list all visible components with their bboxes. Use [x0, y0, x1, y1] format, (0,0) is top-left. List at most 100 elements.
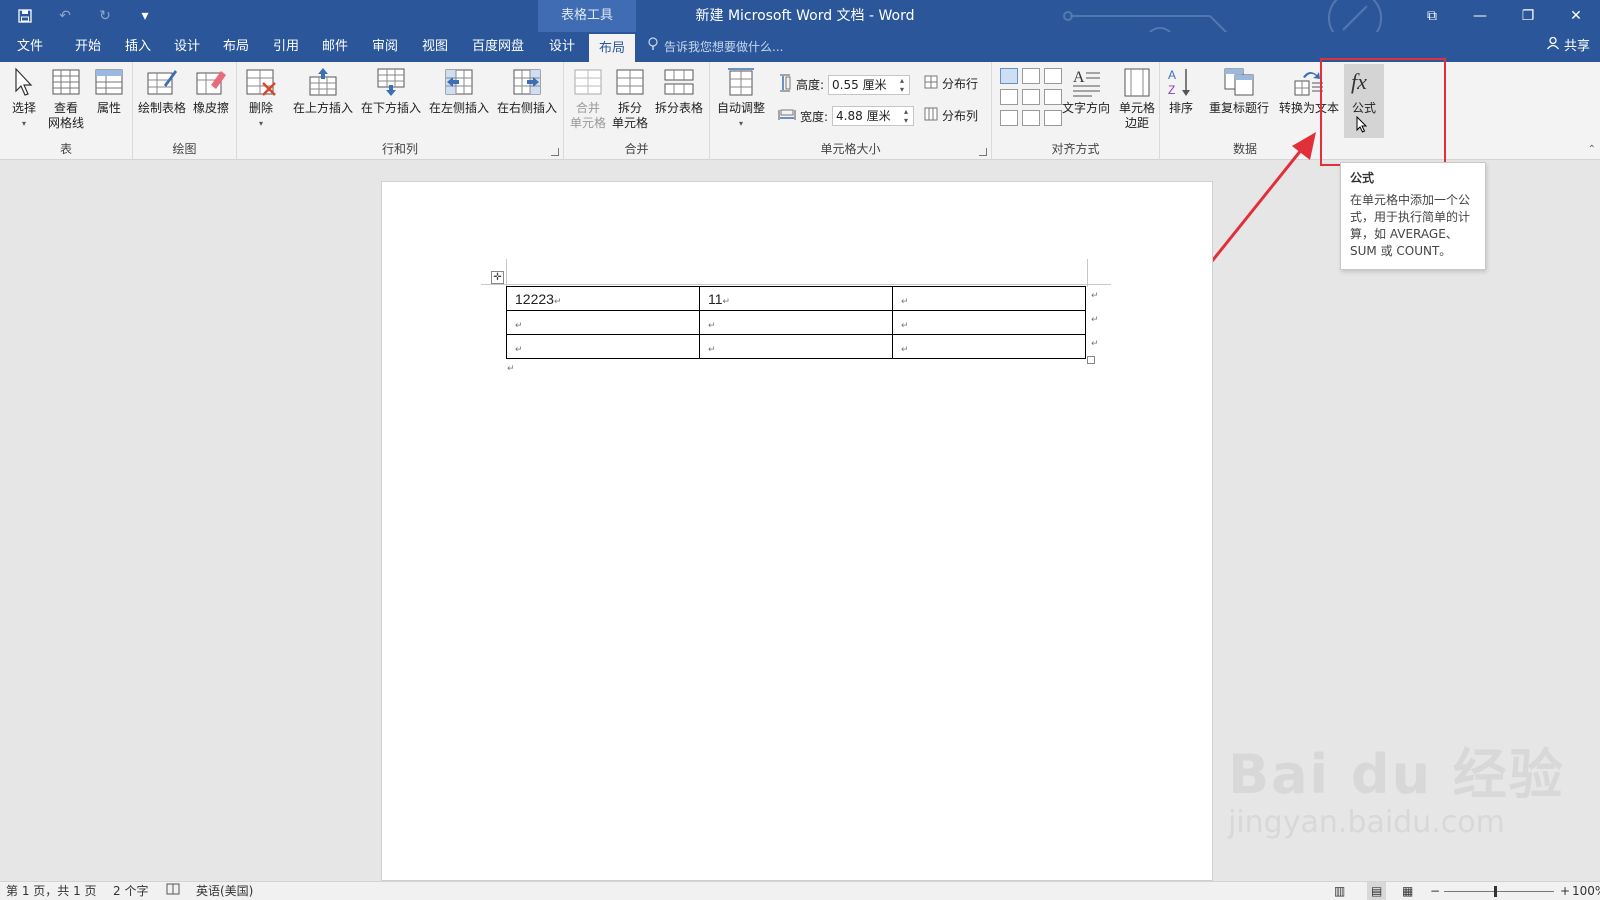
undo-icon[interactable]: ↶	[54, 6, 76, 26]
split-label-line1: 拆分	[617, 101, 642, 115]
watermark-logo: Bai du 经验	[1228, 743, 1565, 806]
height-spinner[interactable]: 0.55 厘米	[828, 74, 911, 95]
tab-baidu-netdisk[interactable]: 百度网盘	[466, 32, 530, 62]
table-cell[interactable]: ↵	[892, 286, 1086, 311]
insert-below-icon	[375, 66, 407, 98]
merge-cells-button[interactable]: 合并 单元格	[568, 66, 608, 131]
table-resize-handle-icon[interactable]	[1087, 356, 1095, 364]
draw-table-button[interactable]: 绘制表格	[137, 66, 187, 116]
cell-end-mark-icon: ↵	[515, 343, 523, 354]
insert-right-button[interactable]: 在右侧插入	[495, 66, 559, 116]
tab-table-layout[interactable]: 布局	[589, 32, 635, 62]
split-table-button[interactable]: 拆分表格	[652, 66, 706, 116]
cell-end-mark-icon: ↵	[722, 295, 731, 306]
autofit-button[interactable]: 自动调整 ▾	[712, 66, 770, 131]
table-cell[interactable]: ↵	[699, 334, 893, 359]
zoom-slider-thumb[interactable]	[1494, 886, 1497, 897]
table-cell[interactable]: 12223↵	[506, 286, 700, 311]
page-count[interactable]: 第 1 页，共 1 页	[6, 882, 97, 900]
zoom-out-icon[interactable]: −	[1430, 882, 1440, 900]
width-spinner[interactable]: 4.88 厘米	[832, 106, 915, 126]
language-indicator[interactable]: 英语(美国)	[196, 882, 253, 900]
customize-qat-icon[interactable]: ▾	[134, 6, 156, 26]
group-merge-label: 合并	[624, 142, 649, 156]
select-button[interactable]: 选择 ▾	[6, 66, 42, 131]
delete-label: 删除	[248, 101, 273, 115]
gridlines-icon	[50, 66, 82, 98]
cell-end-mark-icon: ↵	[515, 319, 523, 330]
ribbon-display-options-icon[interactable]: ⧉	[1408, 0, 1456, 32]
repeat-header-rows-button[interactable]: 重复标题行	[1206, 66, 1272, 116]
zoom-in-icon[interactable]: +	[1560, 882, 1570, 900]
close-icon[interactable]: ✕	[1552, 0, 1600, 32]
tab-references[interactable]: 引用	[264, 32, 308, 62]
table-cell[interactable]: ↵	[506, 310, 700, 335]
insert-below-button[interactable]: 在下方插入	[359, 66, 423, 116]
split-cells-button[interactable]: 拆分 单元格	[610, 66, 650, 131]
align-middle-center-icon[interactable]	[1022, 89, 1040, 105]
align-top-center-icon[interactable]	[1022, 68, 1040, 84]
save-icon[interactable]	[14, 6, 36, 26]
rows-columns-launcher-icon[interactable]	[551, 148, 559, 156]
height-label: 高度:	[796, 78, 825, 92]
distribute-rows-button[interactable]: 分布行	[924, 75, 978, 92]
row-end-mark-icon: ↵	[1091, 339, 1099, 349]
group-draw-label: 绘图	[172, 142, 197, 156]
tab-home[interactable]: 开始	[66, 32, 110, 62]
align-bottom-left-icon[interactable]	[1000, 110, 1018, 126]
word-count[interactable]: 2 个字	[113, 882, 148, 900]
tab-table-design[interactable]: 设计	[541, 32, 583, 62]
cell-size-launcher-icon[interactable]	[979, 148, 987, 156]
align-bottom-center-icon[interactable]	[1022, 110, 1040, 126]
sort-button[interactable]: AZ 排序	[1164, 66, 1198, 116]
table-cell[interactable]: ↵	[699, 310, 893, 335]
redo-icon[interactable]: ↻	[94, 6, 116, 26]
tell-me-box[interactable]: 告诉我您想要做什么...	[648, 32, 783, 62]
delete-table-icon	[245, 66, 277, 98]
lightbulb-icon	[648, 32, 658, 62]
tab-review[interactable]: 审阅	[363, 32, 407, 62]
tab-view[interactable]: 视图	[413, 32, 457, 62]
table-cell[interactable]: ↵	[892, 334, 1086, 359]
tab-layout[interactable]: 布局	[214, 32, 258, 62]
document-table[interactable]: 12223↵ 11↵ ↵ ↵ ↵ ↵ ↵ ↵ ↵	[506, 286, 1086, 359]
quick-access-toolbar: ↶ ↻ ▾	[14, 6, 156, 26]
insert-above-button[interactable]: 在上方插入	[291, 66, 355, 116]
zoom-level[interactable]: 100%	[1572, 882, 1600, 900]
delete-button[interactable]: 删除 ▾	[241, 66, 281, 131]
insert-left-label: 在左侧插入	[428, 101, 489, 115]
view-gridlines-button[interactable]: 查看 网格线	[44, 66, 88, 131]
insert-below-label: 在下方插入	[360, 101, 421, 115]
collapse-ribbon-icon[interactable]: ⌃	[1588, 144, 1596, 155]
tab-design[interactable]: 设计	[165, 32, 209, 62]
cell-margins-label-line2: 边距	[1124, 116, 1149, 130]
minimize-icon[interactable]: —	[1456, 0, 1504, 32]
read-mode-icon[interactable]: ▥	[1334, 882, 1345, 900]
table-cell[interactable]: ↵	[892, 310, 1086, 335]
table-move-handle-icon[interactable]: ✛	[491, 271, 504, 284]
insert-right-icon	[511, 66, 543, 98]
table-cell[interactable]: 11↵	[699, 286, 893, 311]
tab-insert[interactable]: 插入	[116, 32, 160, 62]
cell-end-mark-icon: ↵	[901, 343, 909, 354]
properties-button[interactable]: 属性	[90, 66, 128, 116]
eraser-button[interactable]: 橡皮擦	[189, 66, 233, 116]
table-row: 12223↵ 11↵ ↵	[506, 286, 1086, 311]
cell-margins-button[interactable]: 单元格 边距	[1116, 66, 1158, 131]
align-middle-left-icon[interactable]	[1000, 89, 1018, 105]
table-cell[interactable]: ↵	[506, 334, 700, 359]
restore-icon[interactable]: ❐	[1504, 0, 1552, 32]
print-layout-icon[interactable]: ▤	[1367, 882, 1387, 900]
share-button[interactable]: 共享	[1546, 32, 1590, 62]
align-top-left-icon[interactable]	[1000, 68, 1018, 84]
web-layout-icon[interactable]: ▦	[1402, 882, 1413, 900]
zoom-slider[interactable]	[1444, 891, 1554, 892]
distribute-columns-button[interactable]: 分布列	[924, 107, 978, 124]
text-direction-button[interactable]: A 文字方向	[1060, 66, 1112, 116]
proofing-icon[interactable]	[166, 882, 180, 900]
tab-file[interactable]: 文件	[8, 32, 52, 62]
tab-mailings[interactable]: 邮件	[313, 32, 357, 62]
insert-left-button[interactable]: 在左侧插入	[427, 66, 491, 116]
tooltip-body: 在单元格中添加一个公式，用于执行简单的计算，如 AVERAGE、SUM 或 CO…	[1350, 193, 1471, 258]
window-controls: ⧉ — ❐ ✕	[1408, 0, 1600, 32]
